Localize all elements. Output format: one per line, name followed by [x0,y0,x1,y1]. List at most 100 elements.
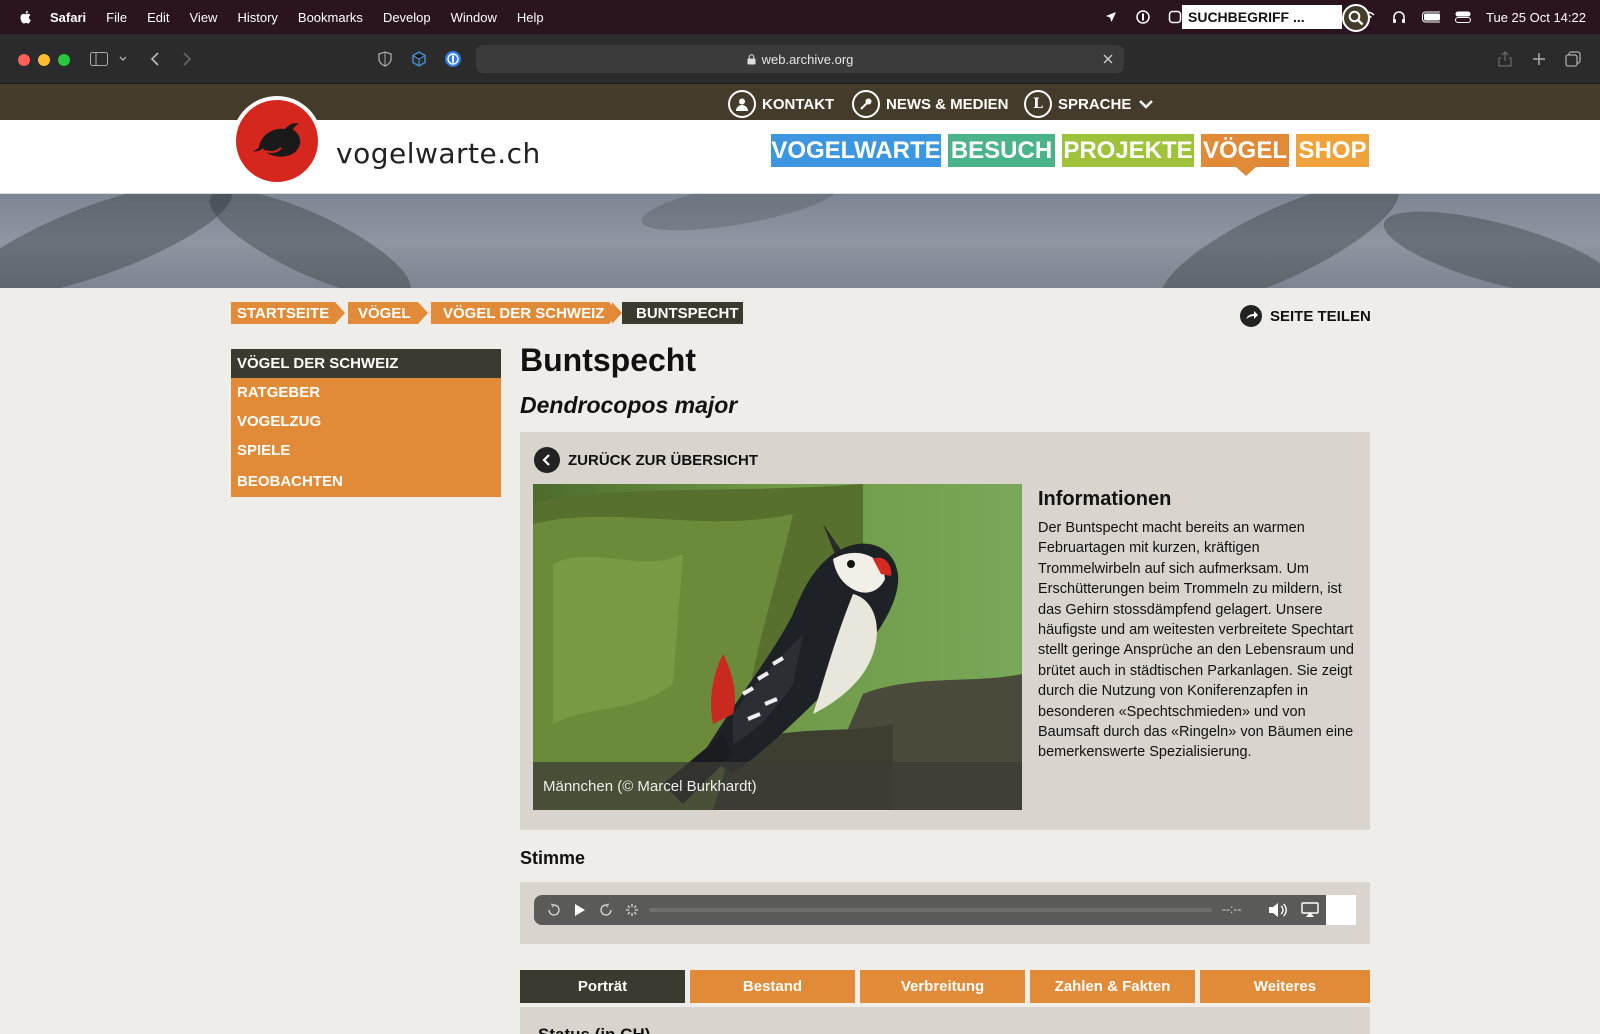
lock-icon [747,53,756,64]
nav-voegel[interactable]: VÖGEL [1201,134,1289,167]
share-icon [1240,305,1262,327]
tab-zahlen-fakten[interactable]: Zahlen & Fakten [1030,970,1195,1003]
back-label: ZURÜCK ZUR ÜBERSICHT [568,451,758,469]
password-extension-icon[interactable] [442,48,464,70]
battery-icon[interactable] [1422,10,1441,24]
chevron-down-icon[interactable] [112,48,134,70]
shield-icon[interactable] [374,48,396,70]
tab-overview-icon[interactable] [1562,48,1584,70]
airplay-icon[interactable] [1300,900,1320,920]
menu-develop[interactable]: Develop [383,10,431,25]
menu-history[interactable]: History [237,10,277,25]
nav-shop[interactable]: SHOP [1296,134,1369,167]
language-icon: L [1024,90,1052,118]
kontakt-link[interactable]: KONTAKT [728,86,834,122]
bird-photo[interactable]: Männchen (© Marcel Burkhardt) [533,484,1022,810]
sidebar-item-beobachten[interactable]: BEOBACHTEN [231,465,501,497]
back-icon[interactable] [144,48,166,70]
back-to-overview-link[interactable]: ZURÜCK ZUR ÜBERSICHT [534,447,758,473]
breadcrumb-separator [418,302,428,324]
sprache-dropdown[interactable]: L SPRACHE [1024,86,1154,122]
breadcrumb-voegel[interactable]: VÖGEL [348,302,418,324]
image-caption: Männchen (© Marcel Burkhardt) [533,762,1022,810]
share-label: SEITE TEILEN [1270,307,1371,325]
cube-extension-icon[interactable] [408,48,430,70]
stimme-heading: Stimme [520,848,586,868]
sidebar-nav: VÖGEL DER SCHWEIZ RATGEBER VOGELZUG SPIE… [231,349,501,497]
url-text: web.archive.org [761,51,854,67]
address-bar[interactable]: web.archive.org [476,45,1124,73]
breadcrumb-voegel-der-schweiz[interactable]: VÖGEL DER SCHWEIZ [431,302,609,324]
menu-view[interactable]: View [190,10,218,25]
status-heading: Status (in CH) [538,1025,650,1034]
chevron-left-icon [534,447,560,473]
nav-besuch[interactable]: BESUCH [948,134,1055,167]
news-label: NEWS & MEDIEN [886,95,1009,113]
person-icon [728,90,756,118]
menu-edit[interactable]: Edit [147,10,169,25]
play-icon[interactable] [570,900,590,920]
menu-help[interactable]: Help [517,10,544,25]
bird-logo-icon [236,100,318,182]
kontakt-label: KONTAKT [762,95,835,113]
tab-portraet[interactable]: Porträt [520,970,685,1003]
clock-datetime[interactable]: Tue 25 Oct 14:22 [1486,10,1586,25]
menu-window[interactable]: Window [451,10,497,25]
nav-projekte[interactable]: PROJEKTE [1062,134,1194,167]
page-title: Buntspecht [520,342,696,378]
sidebar-item-spiele[interactable]: SPIELE [231,436,501,465]
onepassword-icon[interactable] [1134,10,1152,24]
share-page-link[interactable]: SEITE TEILEN [1240,304,1371,328]
minimize-window-button[interactable] [38,54,50,66]
loading-spinner-icon [622,900,642,920]
tab-verbreitung[interactable]: Verbreitung [860,970,1025,1003]
control-center-icon[interactable] [1454,10,1472,24]
menu-bookmarks[interactable]: Bookmarks [298,10,363,25]
zoom-window-button[interactable] [58,54,70,66]
portrait-panel: Status (in CH) [520,1007,1370,1034]
info-text: Der Buntspecht macht bereits an warmen F… [1038,520,1354,761]
apple-icon[interactable] [18,9,34,25]
share-icon[interactable] [1494,48,1516,70]
breadcrumb-separator [335,302,345,324]
forward-15-icon[interactable] [596,900,616,920]
search-icon [1348,10,1364,26]
sidebar-item-ratgeber[interactable]: RATGEBER [231,378,501,407]
browser-toolbar: web.archive.org [0,34,1600,84]
tab-weiteres[interactable]: Weiteres [1200,970,1370,1003]
hero-banner [0,194,1600,288]
search-button[interactable] [1342,4,1370,32]
volume-icon[interactable] [1268,900,1288,920]
sidebar-item-voegel-der-schweiz[interactable]: VÖGEL DER SCHWEIZ [231,349,501,378]
close-window-button[interactable] [18,54,30,66]
clear-url-icon[interactable] [1100,51,1116,67]
new-tab-icon[interactable] [1528,48,1550,70]
location-icon[interactable] [1102,10,1120,24]
site-logo[interactable] [232,96,322,186]
sidebar-toggle-icon[interactable] [88,48,110,70]
nav-vogelwarte[interactable]: VOGELWARTE [771,134,941,167]
nav-active-indicator [1236,167,1256,176]
breadcrumb-separator [612,302,622,324]
audio-player-end [1326,895,1356,925]
audio-player[interactable]: --:-- [534,895,1326,925]
info-heading: Informationen [1038,488,1172,510]
headphones-icon[interactable] [1390,10,1408,24]
audio-progress-track[interactable] [649,908,1212,912]
news-link[interactable]: NEWS & MEDIEN [852,86,1009,122]
menu-app-name[interactable]: Safari [50,10,86,25]
breadcrumb-startseite[interactable]: STARTSEITE [231,302,335,324]
microphone-icon [852,90,880,118]
logo-text[interactable]: vogelwarte.ch [336,137,541,170]
forward-icon[interactable] [176,48,198,70]
breadcrumb-buntspecht: BUNTSPECHT [622,302,743,324]
sprache-label: SPRACHE [1058,95,1132,113]
audio-time: --:-- [1222,902,1242,916]
tab-bestand[interactable]: Bestand [690,970,855,1003]
menu-file[interactable]: File [106,10,127,25]
chevron-down-icon [1139,100,1154,109]
sidebar-item-vogelzug[interactable]: VOGELZUG [231,407,501,436]
rewind-15-icon[interactable] [544,900,564,920]
search-input[interactable]: SUCHBEGRIFF ... [1182,5,1342,29]
scientific-name: Dendrocopos major [520,392,738,418]
